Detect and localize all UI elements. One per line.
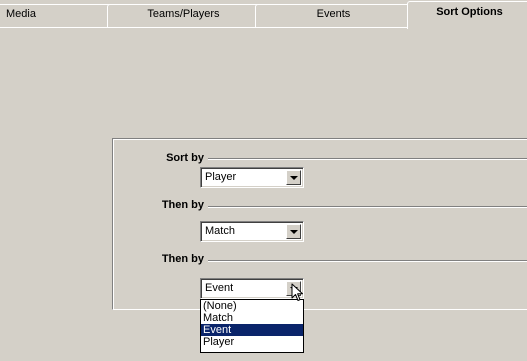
tab-teams-players[interactable]: Teams/Players: [107, 4, 260, 27]
sort-by-label: Sort by: [166, 152, 204, 164]
then-by-2-value: Event: [205, 282, 234, 294]
sort-by-value: Player: [205, 171, 237, 183]
tab-strip: Media Teams/Players Events Sort Options: [0, 0, 527, 29]
sort-by-dropdown-button[interactable]: [286, 170, 301, 185]
then-by-2-label: Then by: [161, 253, 204, 265]
tab-sort-options[interactable]: Sort Options: [407, 1, 527, 29]
then-by-1-dropdown-button[interactable]: [286, 224, 301, 239]
mouse-pointer-icon: [291, 283, 303, 301]
tab-teams-players-label: Teams/Players: [147, 8, 220, 20]
tab-media-label: Media: [6, 8, 36, 20]
tab-sort-options-label: Sort Options: [436, 6, 503, 18]
tab-events-label: Events: [316, 8, 351, 20]
sort-by-combo[interactable]: Player: [200, 167, 304, 188]
dropdown-option[interactable]: Player: [201, 336, 303, 348]
dropdown-option-selected[interactable]: Event: [201, 324, 303, 336]
tab-events[interactable]: Events: [255, 4, 412, 27]
then-by-1-value: Match: [205, 225, 235, 237]
tab-media[interactable]: Media: [0, 4, 112, 27]
then-by-2-combo[interactable]: Event: [200, 278, 304, 299]
chevron-down-icon: [290, 230, 298, 234]
chevron-down-icon: [290, 176, 298, 180]
then-by-2-divider: [208, 260, 527, 262]
then-by-1-label: Then by: [161, 199, 204, 211]
then-by-1-divider: [208, 206, 527, 208]
then-by-2-dropdown-list[interactable]: (None) Match Event Player: [200, 299, 304, 353]
dropdown-option[interactable]: (None): [201, 300, 303, 312]
dropdown-option[interactable]: Match: [201, 312, 303, 324]
sort-by-divider: [208, 158, 527, 160]
then-by-1-combo[interactable]: Match: [200, 221, 304, 242]
